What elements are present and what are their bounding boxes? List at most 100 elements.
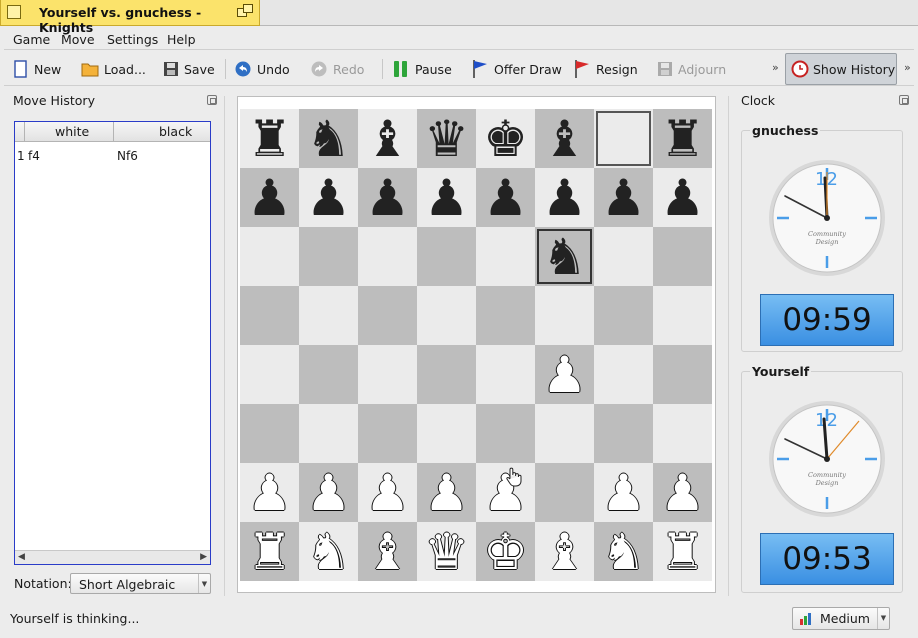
white-pawn-icon[interactable]: ♟ bbox=[247, 468, 292, 518]
black-pawn-icon[interactable]: ♟ bbox=[601, 173, 646, 223]
board-square[interactable]: ♝ bbox=[535, 522, 594, 581]
black-pawn-icon[interactable]: ♟ bbox=[424, 173, 469, 223]
window-title-tab[interactable]: Yourself vs. gnuchess - Knights bbox=[0, 0, 260, 35]
board-square[interactable] bbox=[594, 227, 653, 286]
white-knight-icon[interactable]: ♞ bbox=[306, 527, 351, 577]
scroll-left-icon[interactable]: ◀ bbox=[18, 552, 25, 562]
horizontal-scrollbar[interactable]: ◀ ▶ bbox=[15, 550, 210, 564]
board-square[interactable] bbox=[417, 286, 476, 345]
white-bishop-icon[interactable]: ♝ bbox=[542, 527, 587, 577]
board-square[interactable]: ♝ bbox=[358, 109, 417, 168]
black-pawn-icon[interactable]: ♟ bbox=[542, 173, 587, 223]
black-bishop-icon[interactable]: ♝ bbox=[542, 114, 587, 164]
board-square[interactable] bbox=[299, 404, 358, 463]
show-history-button[interactable]: Show History bbox=[785, 53, 897, 85]
board-square[interactable]: ♟ bbox=[417, 168, 476, 227]
white-pawn-icon[interactable]: ♟ bbox=[601, 468, 646, 518]
white-bishop-icon[interactable]: ♝ bbox=[365, 527, 410, 577]
black-pawn-icon[interactable]: ♟ bbox=[306, 173, 351, 223]
white-pawn-icon[interactable]: ♟ bbox=[365, 468, 410, 518]
board-square[interactable]: ♞ bbox=[299, 522, 358, 581]
white-pawn-icon[interactable]: ♟ bbox=[424, 468, 469, 518]
save-button[interactable]: Save bbox=[163, 52, 215, 86]
board-square[interactable] bbox=[535, 404, 594, 463]
black-rook-icon[interactable]: ♜ bbox=[660, 114, 705, 164]
board-square[interactable]: ♟ bbox=[299, 168, 358, 227]
chess-board[interactable]: ♜ ♞ ♝ ♛ ♚ ♝ ♜ ♟ ♟ ♟ ♟ ♟ ♟ ♟ ♟ ♞ ♟ ♟ ♟ ♟ ♟ ♟ ♟ ♟ ♜ ♞ ♝ ♛ ♚ ♝ ♞ ♜ bbox=[240, 109, 712, 581]
board-square[interactable] bbox=[535, 463, 594, 522]
black-pawn-icon[interactable]: ♟ bbox=[247, 173, 292, 223]
white-pawn-icon[interactable]: ♟ bbox=[660, 468, 705, 518]
window-menu-icon[interactable] bbox=[7, 5, 21, 19]
board-square[interactable]: ♜ bbox=[653, 109, 712, 168]
board-square[interactable] bbox=[358, 404, 417, 463]
menu-help[interactable]: Help bbox=[167, 32, 196, 47]
notation-select[interactable]: Short Algebraic ▼ bbox=[70, 573, 211, 594]
board-square[interactable]: ♟ bbox=[358, 463, 417, 522]
board-square[interactable]: ♟ bbox=[653, 168, 712, 227]
board-square[interactable]: ♞ bbox=[535, 227, 594, 286]
board-square[interactable] bbox=[240, 404, 299, 463]
undock-panel-icon[interactable] bbox=[207, 95, 217, 105]
white-pawn-icon[interactable]: ♟ bbox=[306, 468, 351, 518]
black-knight-icon[interactable]: ♞ bbox=[306, 114, 351, 164]
black-queen-icon[interactable]: ♛ bbox=[424, 114, 469, 164]
board-square[interactable]: ♟ bbox=[476, 168, 535, 227]
board-square[interactable] bbox=[417, 404, 476, 463]
board-square[interactable]: ♚ bbox=[476, 522, 535, 581]
white-pawn-icon[interactable]: ♟ bbox=[542, 350, 587, 400]
left-splitter[interactable] bbox=[224, 96, 225, 596]
board-square[interactable]: ♚ bbox=[476, 109, 535, 168]
board-square[interactable]: ♝ bbox=[535, 109, 594, 168]
toolbar-overflow-button[interactable]: » bbox=[772, 61, 779, 74]
black-pawn-icon[interactable]: ♟ bbox=[660, 173, 705, 223]
black-pawn-icon[interactable]: ♟ bbox=[483, 173, 528, 223]
board-square[interactable] bbox=[653, 227, 712, 286]
board-square[interactable]: ♟ bbox=[535, 345, 594, 404]
board-square[interactable] bbox=[358, 286, 417, 345]
white-rook-icon[interactable]: ♜ bbox=[247, 527, 292, 577]
board-square[interactable]: ♛ bbox=[417, 522, 476, 581]
restore-window-icon[interactable] bbox=[237, 4, 255, 21]
toolbar-overflow-right-button[interactable]: » bbox=[904, 61, 911, 74]
offer-draw-button[interactable]: Offer Draw bbox=[471, 52, 562, 86]
board-square[interactable] bbox=[240, 345, 299, 404]
board-square[interactable]: ♟ bbox=[594, 463, 653, 522]
white-king-icon[interactable]: ♚ bbox=[483, 527, 528, 577]
board-square[interactable] bbox=[594, 286, 653, 345]
menu-move[interactable]: Move bbox=[61, 32, 95, 47]
column-header-black[interactable]: black bbox=[159, 124, 192, 139]
white-queen-icon[interactable]: ♛ bbox=[424, 527, 469, 577]
right-splitter[interactable] bbox=[728, 96, 729, 596]
black-pawn-icon[interactable]: ♟ bbox=[365, 173, 410, 223]
board-square[interactable] bbox=[240, 286, 299, 345]
menu-settings[interactable]: Settings bbox=[107, 32, 158, 47]
board-square[interactable]: ♞ bbox=[299, 109, 358, 168]
board-square[interactable] bbox=[299, 345, 358, 404]
resign-button[interactable]: Resign bbox=[573, 52, 638, 86]
board-square[interactable] bbox=[358, 345, 417, 404]
board-square[interactable] bbox=[535, 286, 594, 345]
board-square[interactable]: ♟ bbox=[653, 463, 712, 522]
undock-clock-icon[interactable] bbox=[899, 95, 909, 105]
black-rook-icon[interactable]: ♜ bbox=[247, 114, 292, 164]
board-square[interactable] bbox=[653, 404, 712, 463]
scroll-right-icon[interactable]: ▶ bbox=[200, 552, 207, 562]
board-square[interactable]: ♜ bbox=[240, 109, 299, 168]
load-button[interactable]: Load... bbox=[81, 52, 146, 86]
menu-game[interactable]: Game bbox=[13, 32, 50, 47]
adjourn-button[interactable]: Adjourn bbox=[657, 52, 726, 86]
table-row[interactable]: 1 f4 Nf6 bbox=[15, 149, 210, 165]
board-square[interactable] bbox=[653, 286, 712, 345]
move-history-table[interactable]: white black 1 f4 Nf6 ◀ ▶ bbox=[14, 121, 211, 565]
difficulty-select[interactable]: Medium ▼ bbox=[792, 607, 890, 630]
board-square[interactable]: ♝ bbox=[358, 522, 417, 581]
new-button[interactable]: New bbox=[13, 52, 61, 86]
board-square[interactable]: ♟ bbox=[240, 463, 299, 522]
column-header-white[interactable]: white bbox=[55, 124, 89, 139]
board-square[interactable] bbox=[476, 404, 535, 463]
board-square[interactable] bbox=[476, 286, 535, 345]
black-bishop-icon[interactable]: ♝ bbox=[365, 114, 410, 164]
board-square[interactable] bbox=[417, 345, 476, 404]
board-square[interactable] bbox=[240, 227, 299, 286]
